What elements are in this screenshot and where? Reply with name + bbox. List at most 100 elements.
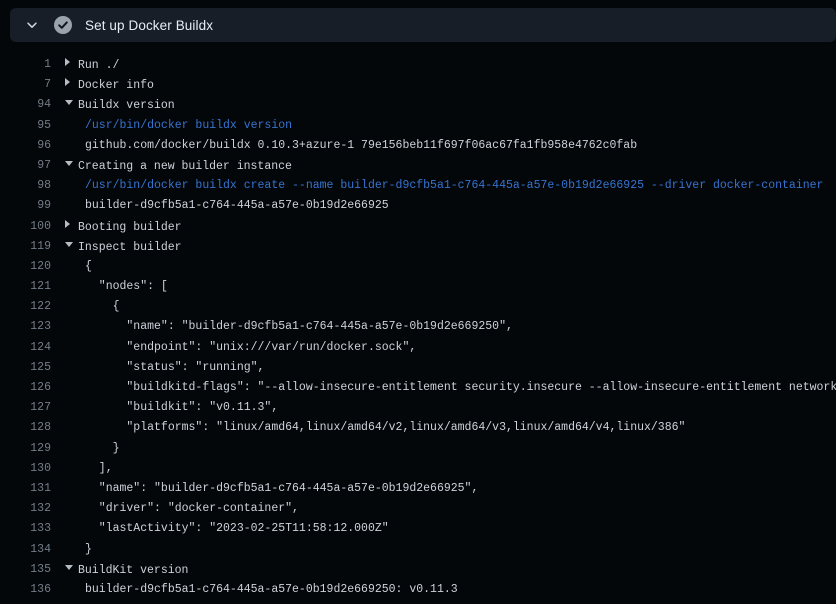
log-group-header[interactable]: Buildx version [65,95,175,115]
line-number[interactable]: 125 [0,358,51,378]
line-number[interactable]: 129 [0,439,51,459]
log-line: 98 /usr/bin/docker buildx create --name … [0,176,836,196]
triangle-right-icon [65,217,78,237]
line-number[interactable]: 94 [0,95,51,115]
log-line: 122 { [0,297,836,317]
log-line: 126 "buildkitd-flags": "--allow-insecure… [0,378,836,398]
log-group-header[interactable]: Run ./ [65,55,119,75]
line-number[interactable]: 99 [0,196,51,216]
log-output-text: "driver": "docker-container", [65,499,299,519]
log-line: 128 "platforms": "linux/amd64,linux/amd6… [0,418,836,438]
log-line: 120 { [0,257,836,277]
line-number[interactable]: 120 [0,257,51,277]
log-output-text: builder-d9cfb5a1-c764-445a-a57e-0b19d2e6… [65,580,458,600]
log-output-text: "platforms": "linux/amd64,linux/amd64/v2… [65,418,685,438]
triangle-down-icon [65,560,78,580]
log-line: 131 "name": "builder-d9cfb5a1-c764-445a-… [0,479,836,499]
log-group-header[interactable]: Booting builder [65,217,182,237]
log-output-text: github.com/docker/buildx 0.10.3+azure-1 … [65,136,637,156]
line-number[interactable]: 121 [0,277,51,297]
log-line: 121 "nodes": [ [0,277,836,297]
line-number[interactable]: 98 [0,176,51,196]
log-output-text: "name": "builder-d9cfb5a1-c764-445a-a57e… [65,317,513,337]
triangle-right-icon [65,75,78,95]
log-output-text: builder-d9cfb5a1-c764-445a-a57e-0b19d2e6… [65,196,389,216]
line-number[interactable]: 95 [0,116,51,136]
line-number[interactable]: 128 [0,418,51,438]
log-line: 135 BuildKit version [0,560,836,580]
log-output-text: "nodes": [ [65,277,168,297]
log-output-text: "buildkit": "v0.11.3", [65,398,278,418]
line-number[interactable]: 96 [0,136,51,156]
triangle-down-icon [65,156,78,176]
log-line: 123 "name": "builder-d9cfb5a1-c764-445a-… [0,317,836,337]
log-line: 99 builder-d9cfb5a1-c764-445a-a57e-0b19d… [0,196,836,216]
line-number[interactable]: 7 [0,75,51,95]
line-number[interactable]: 126 [0,378,51,398]
line-number[interactable]: 131 [0,479,51,499]
log-line: 124 "endpoint": "unix:///var/run/docker.… [0,338,836,358]
log-line: 127 "buildkit": "v0.11.3", [0,398,836,418]
log-output-text: } [65,439,120,459]
log-lines: 1 Run ./ 7 Docker info 94 Buildx version… [0,55,836,600]
log-output-text: } [65,540,92,560]
log-group-header[interactable]: Inspect builder [65,237,182,257]
line-number[interactable]: 136 [0,580,51,600]
line-number[interactable]: 130 [0,459,51,479]
log-line: 97 Creating a new builder instance [0,156,836,176]
step-header[interactable]: Set up Docker Buildx [10,8,836,42]
line-number[interactable]: 134 [0,540,51,560]
triangle-down-icon [65,95,78,115]
log-output-text: ], [65,459,113,479]
log-group-title: Booting builder [78,221,182,234]
log-output-text: { [65,257,92,277]
log-group-title: Inspect builder [78,241,182,254]
log-group-title: Run ./ [78,59,119,72]
log-line: 100 Booting builder [0,217,836,237]
line-number[interactable]: 1 [0,55,51,75]
log-output-text: "endpoint": "unix:///var/run/docker.sock… [65,338,416,358]
log-line: 134 } [0,540,836,560]
chevron-down-icon[interactable] [24,17,40,33]
line-number[interactable]: 127 [0,398,51,418]
line-number[interactable]: 123 [0,317,51,337]
triangle-down-icon [65,237,78,257]
line-number[interactable]: 124 [0,338,51,358]
log-group-title: BuildKit version [78,564,188,577]
log-line: 94 Buildx version [0,95,836,115]
log-output-text: "status": "running", [65,358,264,378]
line-number[interactable]: 122 [0,297,51,317]
log-line: 96 github.com/docker/buildx 0.10.3+azure… [0,136,836,156]
line-number[interactable]: 132 [0,499,51,519]
triangle-right-icon [65,55,78,75]
log-output-text: "lastActivity": "2023-02-25T11:58:12.000… [65,519,389,539]
log-line: 95 /usr/bin/docker buildx version [0,116,836,136]
log-group-header[interactable]: BuildKit version [65,560,188,580]
log-line: 130 ], [0,459,836,479]
line-number[interactable]: 135 [0,560,51,580]
log-line: 125 "status": "running", [0,358,836,378]
log-command-text: /usr/bin/docker buildx create --name bui… [65,176,823,196]
log-line: 133 "lastActivity": "2023-02-25T11:58:12… [0,519,836,539]
log-output-text: "name": "builder-d9cfb5a1-c764-445a-a57e… [65,479,478,499]
log-line: 132 "driver": "docker-container", [0,499,836,519]
log-group-title: Docker info [78,79,154,92]
log-group-header[interactable]: Creating a new builder instance [65,156,292,176]
line-number[interactable]: 100 [0,217,51,237]
line-number[interactable]: 97 [0,156,51,176]
log-output-text: "buildkitd-flags": "--allow-insecure-ent… [65,378,836,398]
log-command-text: /usr/bin/docker buildx version [65,116,292,136]
line-number[interactable]: 133 [0,519,51,539]
log-group-title: Creating a new builder instance [78,160,292,173]
log-output-text: { [65,297,120,317]
step-title: Set up Docker Buildx [85,18,213,33]
check-circle-icon [54,16,72,34]
log-line: 7 Docker info [0,75,836,95]
log-line: 136 builder-d9cfb5a1-c764-445a-a57e-0b19… [0,580,836,600]
log-line: 1 Run ./ [0,55,836,75]
log-line: 119 Inspect builder [0,237,836,257]
log-line: 129 } [0,439,836,459]
line-number[interactable]: 119 [0,237,51,257]
log-group-header[interactable]: Docker info [65,75,154,95]
log-group-title: Buildx version [78,100,175,113]
